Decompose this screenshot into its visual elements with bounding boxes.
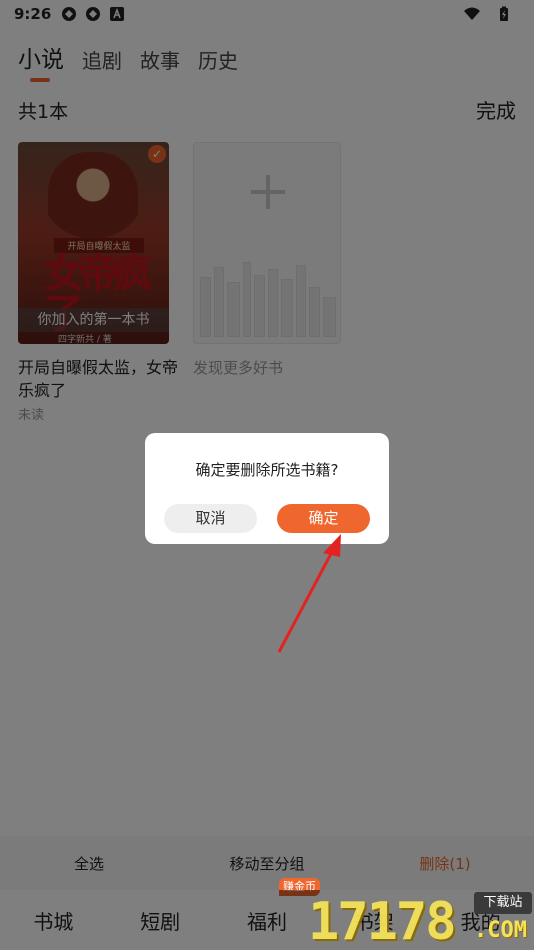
watermark-site-label: 下载站 [474, 892, 532, 914]
confirm-button[interactable]: 确定 [277, 504, 370, 533]
watermark-domain: .COM [474, 918, 527, 943]
delete-confirm-dialog: 确定要删除所选书籍? 取消 确定 [145, 433, 389, 544]
action-bar-dim [0, 836, 534, 890]
dialog-message: 确定要删除所选书籍? [195, 461, 339, 479]
cancel-button[interactable]: 取消 [164, 504, 257, 533]
watermark-digits: 17178 [308, 892, 457, 950]
site-watermark: 17178 下载站 .COM [308, 884, 534, 950]
